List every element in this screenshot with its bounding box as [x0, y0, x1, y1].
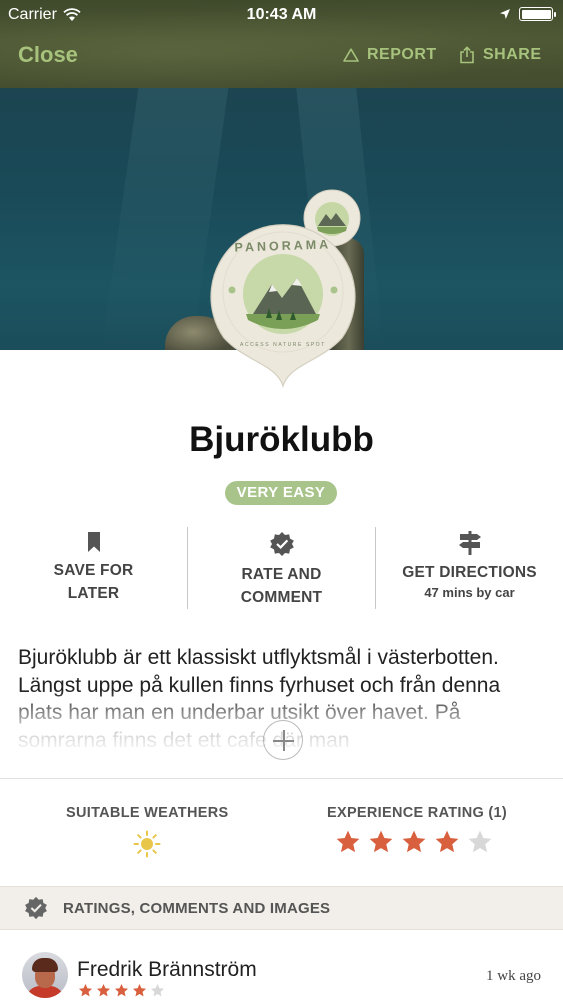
star-filled-icon — [96, 983, 111, 997]
comment-timestamp: 1 wk ago — [486, 968, 541, 984]
header-bar: Carrier 10:43 AM Close REPORT SHARE — [0, 0, 563, 88]
panorama-badge-icon: PANORAMA ACCESS NATURE SPOT — [210, 224, 356, 388]
comment-item[interactable]: Fredrik Brännström 1 wk ago — [0, 930, 563, 1000]
sun-icon — [133, 830, 161, 858]
ratings-section-header: RATINGS, COMMENTS AND IMAGES — [0, 886, 563, 930]
star-filled-icon — [132, 983, 147, 997]
experience-rating-stars — [335, 829, 493, 855]
status-indicators — [499, 7, 556, 21]
star-filled-icon — [402, 830, 426, 853]
battery-icon — [519, 7, 556, 21]
place-title: Bjuröklubb — [189, 420, 374, 459]
comment-author: Fredrik Brännström — [77, 958, 257, 981]
close-button[interactable]: Close — [18, 42, 78, 68]
share-label: SHARE — [483, 46, 542, 63]
ratings-section-title: RATINGS, COMMENTS AND IMAGES — [63, 900, 331, 917]
expand-description-button[interactable] — [263, 720, 303, 760]
get-directions-button[interactable]: GET DIRECTIONS 47 mins by car — [376, 527, 563, 609]
divider — [0, 778, 563, 779]
avatar[interactable] — [22, 952, 68, 998]
directions-duration: 47 mins by car — [424, 585, 515, 600]
bookmark-icon — [87, 532, 100, 552]
share-icon — [460, 46, 474, 64]
status-time: 10:43 AM — [246, 6, 317, 23]
star-filled-icon — [369, 830, 393, 853]
badge-bottom-text: ACCESS NATURE SPOT — [240, 342, 326, 348]
status-bar: Carrier 10:43 AM — [0, 0, 563, 30]
save-label-line1: SAVE FOR — [53, 562, 134, 579]
star-filled-icon — [336, 830, 360, 853]
comment-rating-stars — [78, 983, 165, 998]
location-arrow-icon — [500, 9, 510, 19]
rate-and-comment-button[interactable]: RATE AND COMMENT — [188, 527, 375, 609]
star-filled-icon — [78, 983, 93, 997]
nav-bar: Close REPORT SHARE — [0, 36, 563, 80]
rate-label-line1: RATE AND — [241, 566, 322, 583]
difficulty-badge: VERY EASY — [225, 481, 337, 505]
star-filled-icon — [114, 983, 129, 997]
report-button[interactable]: REPORT — [343, 46, 437, 64]
save-for-later-button[interactable]: SAVE FOR LATER — [0, 527, 187, 609]
action-row: SAVE FOR LATER RATE AND COMMENT GET DIRE… — [0, 527, 563, 609]
experience-rating-label: EXPERIENCE RATING (1) — [327, 805, 508, 821]
star-empty-icon — [150, 983, 165, 997]
suitable-weathers-label: SUITABLE WEATHERS — [66, 805, 229, 821]
verified-badge-icon — [25, 896, 47, 920]
rate-label-line2: COMMENT — [240, 589, 323, 606]
warning-icon — [343, 48, 359, 62]
share-button[interactable]: SHARE — [459, 46, 542, 64]
star-empty-icon — [468, 830, 492, 853]
star-filled-icon — [435, 830, 459, 853]
signpost-icon — [458, 531, 481, 555]
verified-badge-icon — [269, 532, 294, 556]
report-label: REPORT — [367, 46, 437, 63]
directions-label: GET DIRECTIONS — [402, 564, 537, 581]
save-label-line2: LATER — [67, 585, 120, 602]
